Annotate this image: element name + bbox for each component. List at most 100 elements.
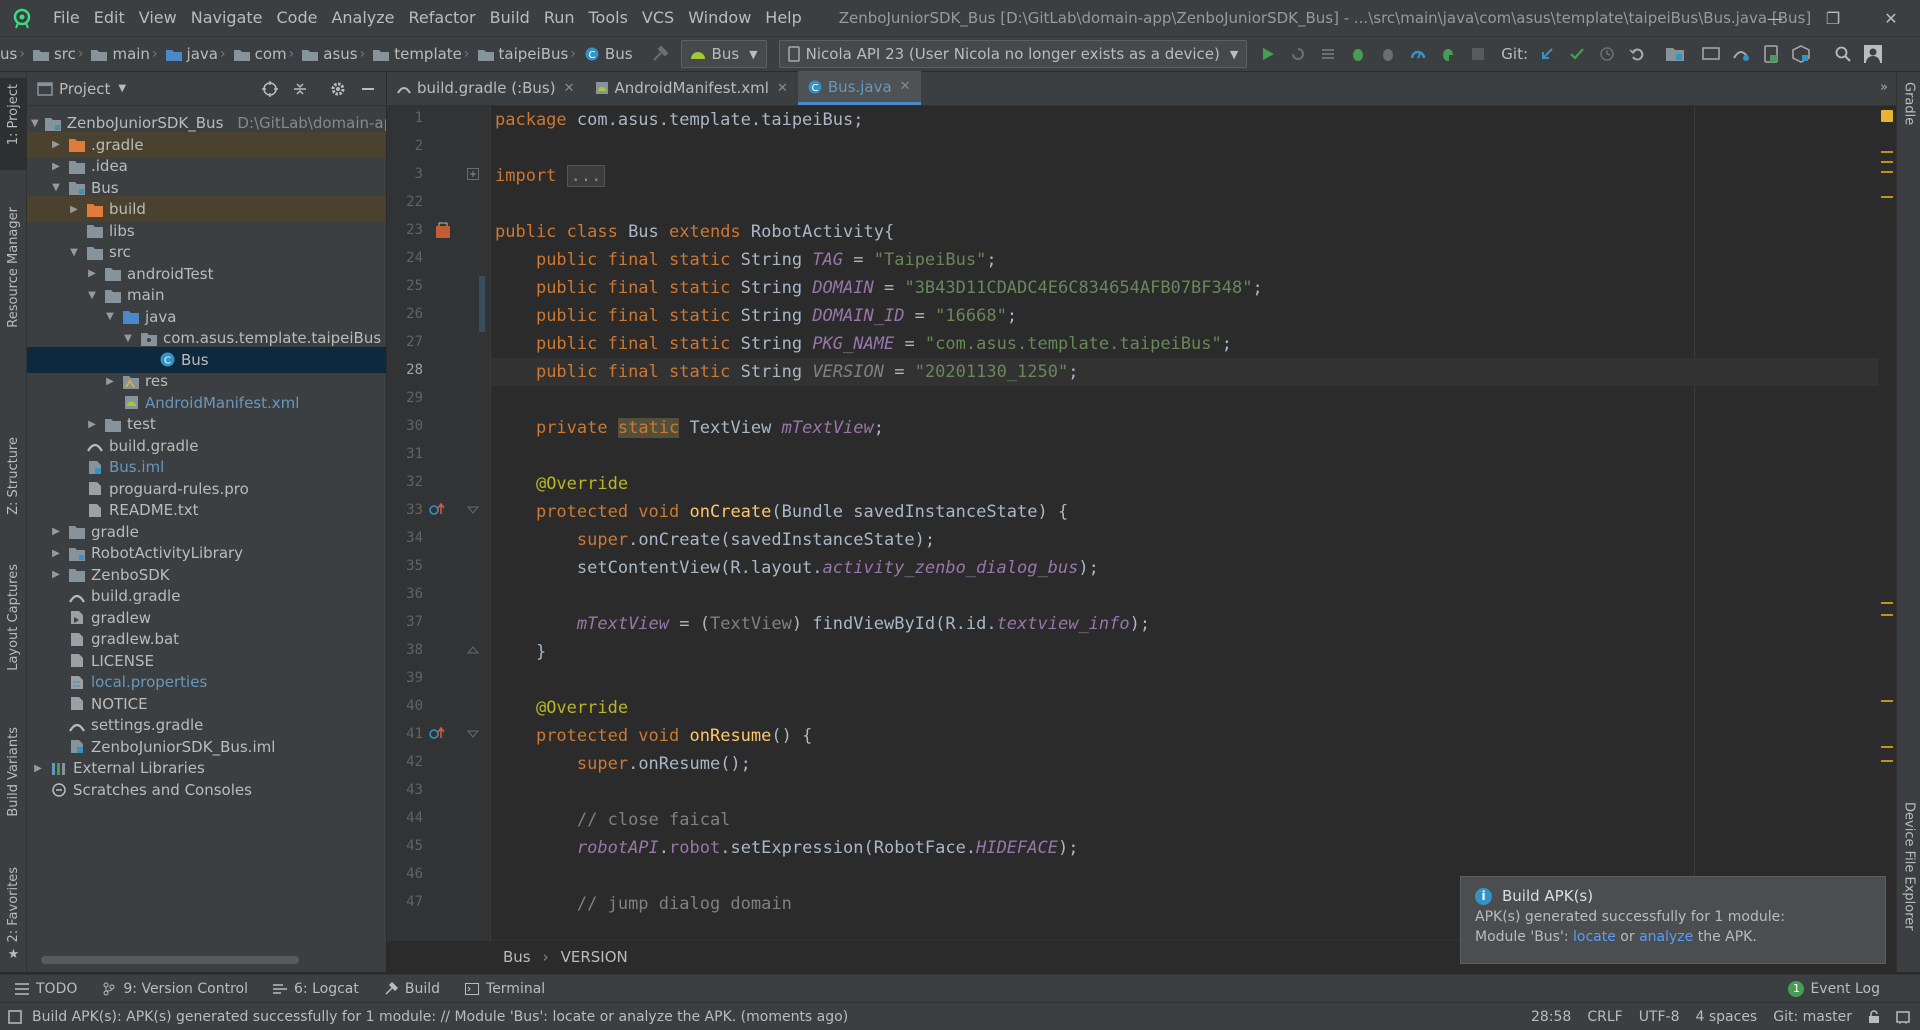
warning-marker[interactable]	[1881, 614, 1893, 616]
breadcrumb-item[interactable]: taipeiBus	[472, 45, 568, 63]
menu-help[interactable]: Help	[758, 0, 808, 36]
status-message[interactable]: Build APK(s): APK(s) generated successfu…	[32, 1009, 848, 1025]
warning-marker[interactable]	[1881, 151, 1893, 153]
git-rollback-icon[interactable]	[1622, 39, 1652, 69]
memory-indicator-icon[interactable]	[1896, 1010, 1910, 1024]
chevron-down-icon[interactable]: ▼	[85, 290, 99, 301]
chevron-right-icon[interactable]: ▶	[103, 376, 117, 387]
menu-edit[interactable]: Edit	[87, 0, 132, 36]
menu-build[interactable]: Build	[483, 0, 537, 36]
tab-logcat[interactable]: 6: Logcat	[272, 981, 359, 997]
tab-layout-captures[interactable]: Layout Captures	[0, 564, 27, 684]
device-select[interactable]: Nicola API 23 (User Nicola no longer exi…	[778, 40, 1248, 68]
avd-manager-icon[interactable]	[1696, 39, 1726, 69]
warning-marker[interactable]	[1881, 161, 1893, 163]
breadcrumb-item[interactable]: main	[85, 45, 150, 63]
restore-button[interactable]: ❐	[1804, 0, 1862, 36]
chevron-right-icon[interactable]: ▶	[85, 268, 99, 279]
tab-bus-java[interactable]: C Bus.java ✕	[797, 71, 921, 105]
close-icon[interactable]: ✕	[777, 81, 788, 96]
code-editor[interactable]: package com.asus.template.taipeiBus; imp…	[491, 106, 1881, 940]
chevron-right-icon[interactable]: ▶	[85, 419, 99, 430]
sdk-manager-icon[interactable]	[1786, 39, 1816, 69]
menu-navigate[interactable]: Navigate	[184, 0, 270, 36]
menu-view[interactable]: View	[132, 0, 184, 36]
indent-setting[interactable]: 4 spaces	[1696, 1009, 1758, 1025]
fold-icon[interactable]	[467, 504, 479, 516]
breadcrumb-item[interactable]: com	[228, 45, 287, 63]
attach-debugger-icon[interactable]	[1373, 39, 1403, 69]
menu-vcs[interactable]: VCS	[635, 0, 681, 36]
chevron-right-icon[interactable]: ▶	[49, 526, 63, 537]
project-view-select[interactable]: Project	[59, 80, 110, 98]
attach-process-icon[interactable]	[1433, 39, 1463, 69]
menu-window[interactable]: Window	[681, 0, 758, 36]
apply-code-changes-icon[interactable]	[1313, 39, 1343, 69]
avatar[interactable]	[1858, 39, 1888, 69]
tab-structure[interactable]: Z: Structure	[0, 437, 27, 517]
inspection-status-icon[interactable]	[1881, 110, 1893, 122]
git-history-icon[interactable]	[1592, 39, 1622, 69]
fold-icon[interactable]	[467, 644, 479, 656]
git-update-icon[interactable]	[1532, 39, 1562, 69]
tab-device-file-explorer[interactable]: Device File Explorer	[1897, 802, 1920, 962]
breadcrumb-item[interactable]: src	[27, 45, 76, 63]
caret-position[interactable]: 28:58	[1531, 1009, 1571, 1025]
minimize-button[interactable]: —	[1746, 0, 1804, 36]
warning-marker[interactable]	[1881, 760, 1893, 762]
analyze-apk-link[interactable]: analyze	[1639, 929, 1693, 945]
run-configuration-select[interactable]: Bus ▼	[680, 40, 767, 68]
tab-overflow-icon[interactable]: »	[1880, 80, 1888, 95]
chevron-right-icon[interactable]: ▶	[49, 548, 63, 559]
tab-gradle[interactable]: Gradle	[1897, 82, 1920, 152]
breadcrumb-field[interactable]: VERSION	[561, 948, 628, 966]
lock-icon[interactable]	[1868, 1009, 1880, 1024]
file-encoding[interactable]: UTF-8	[1639, 1009, 1680, 1025]
breadcrumb-item[interactable]: us	[0, 45, 17, 63]
debug-icon[interactable]	[1343, 39, 1373, 69]
chevron-down-icon[interactable]: ▼	[49, 182, 63, 193]
warning-marker[interactable]	[1881, 700, 1893, 702]
warning-marker[interactable]	[1881, 171, 1893, 173]
change-marker[interactable]	[479, 276, 485, 332]
tree-item-scratches-and-consoles[interactable]: Scratches and Consoles	[27, 777, 386, 803]
chevron-down-icon[interactable]: ▼	[31, 118, 39, 129]
chevron-right-icon[interactable]: ▶	[67, 204, 81, 215]
error-stripe[interactable]	[1878, 106, 1896, 940]
menu-tools[interactable]: Tools	[582, 0, 635, 36]
override-gutter-icon[interactable]	[429, 726, 445, 740]
chevron-right-icon[interactable]: ▶	[49, 569, 63, 580]
warning-marker[interactable]	[1881, 196, 1893, 198]
tab-build-gradle[interactable]: build.gradle (:Bus) ✕	[387, 71, 585, 105]
hide-panel-icon[interactable]	[356, 81, 380, 97]
collapse-all-icon[interactable]	[288, 81, 312, 97]
chevron-down-icon[interactable]: ▼	[121, 333, 135, 344]
fold-icon[interactable]	[467, 168, 479, 180]
tab-android-manifest[interactable]: AndroidManifest.xml ✕	[585, 71, 798, 105]
project-structure-icon[interactable]	[1660, 39, 1690, 69]
tab-resource-manager[interactable]: Resource Manager	[0, 207, 27, 337]
breadcrumb-item[interactable]: template	[367, 45, 462, 63]
search-icon[interactable]	[1828, 39, 1858, 69]
toggle-tool-windows-icon[interactable]	[8, 1009, 22, 1024]
breadcrumb-item[interactable]: java	[160, 45, 218, 63]
tab-terminal[interactable]: Terminal	[464, 981, 545, 997]
run-icon[interactable]	[1253, 39, 1283, 69]
git-commit-icon[interactable]	[1562, 39, 1592, 69]
override-gutter-icon[interactable]	[429, 502, 445, 516]
warning-marker[interactable]	[1881, 602, 1893, 604]
implementation-gutter-icon[interactable]	[435, 222, 453, 240]
chevron-right-icon[interactable]: ▶	[49, 161, 63, 172]
tab-version-control[interactable]: 9: Version Control	[101, 981, 248, 997]
git-branch[interactable]: Git: master	[1773, 1009, 1852, 1025]
fold-icon[interactable]	[467, 728, 479, 740]
close-icon[interactable]: ✕	[900, 79, 911, 94]
menu-code[interactable]: Code	[270, 0, 325, 36]
close-window-button[interactable]: ✕	[1862, 0, 1920, 36]
warning-marker[interactable]	[1881, 746, 1893, 748]
device-manager-icon[interactable]	[1756, 39, 1786, 69]
tab-project[interactable]: 1: Project	[0, 78, 27, 170]
chevron-down-icon[interactable]: ▼	[103, 311, 117, 322]
close-icon[interactable]: ✕	[564, 81, 575, 96]
menu-analyze[interactable]: Analyze	[324, 0, 401, 36]
